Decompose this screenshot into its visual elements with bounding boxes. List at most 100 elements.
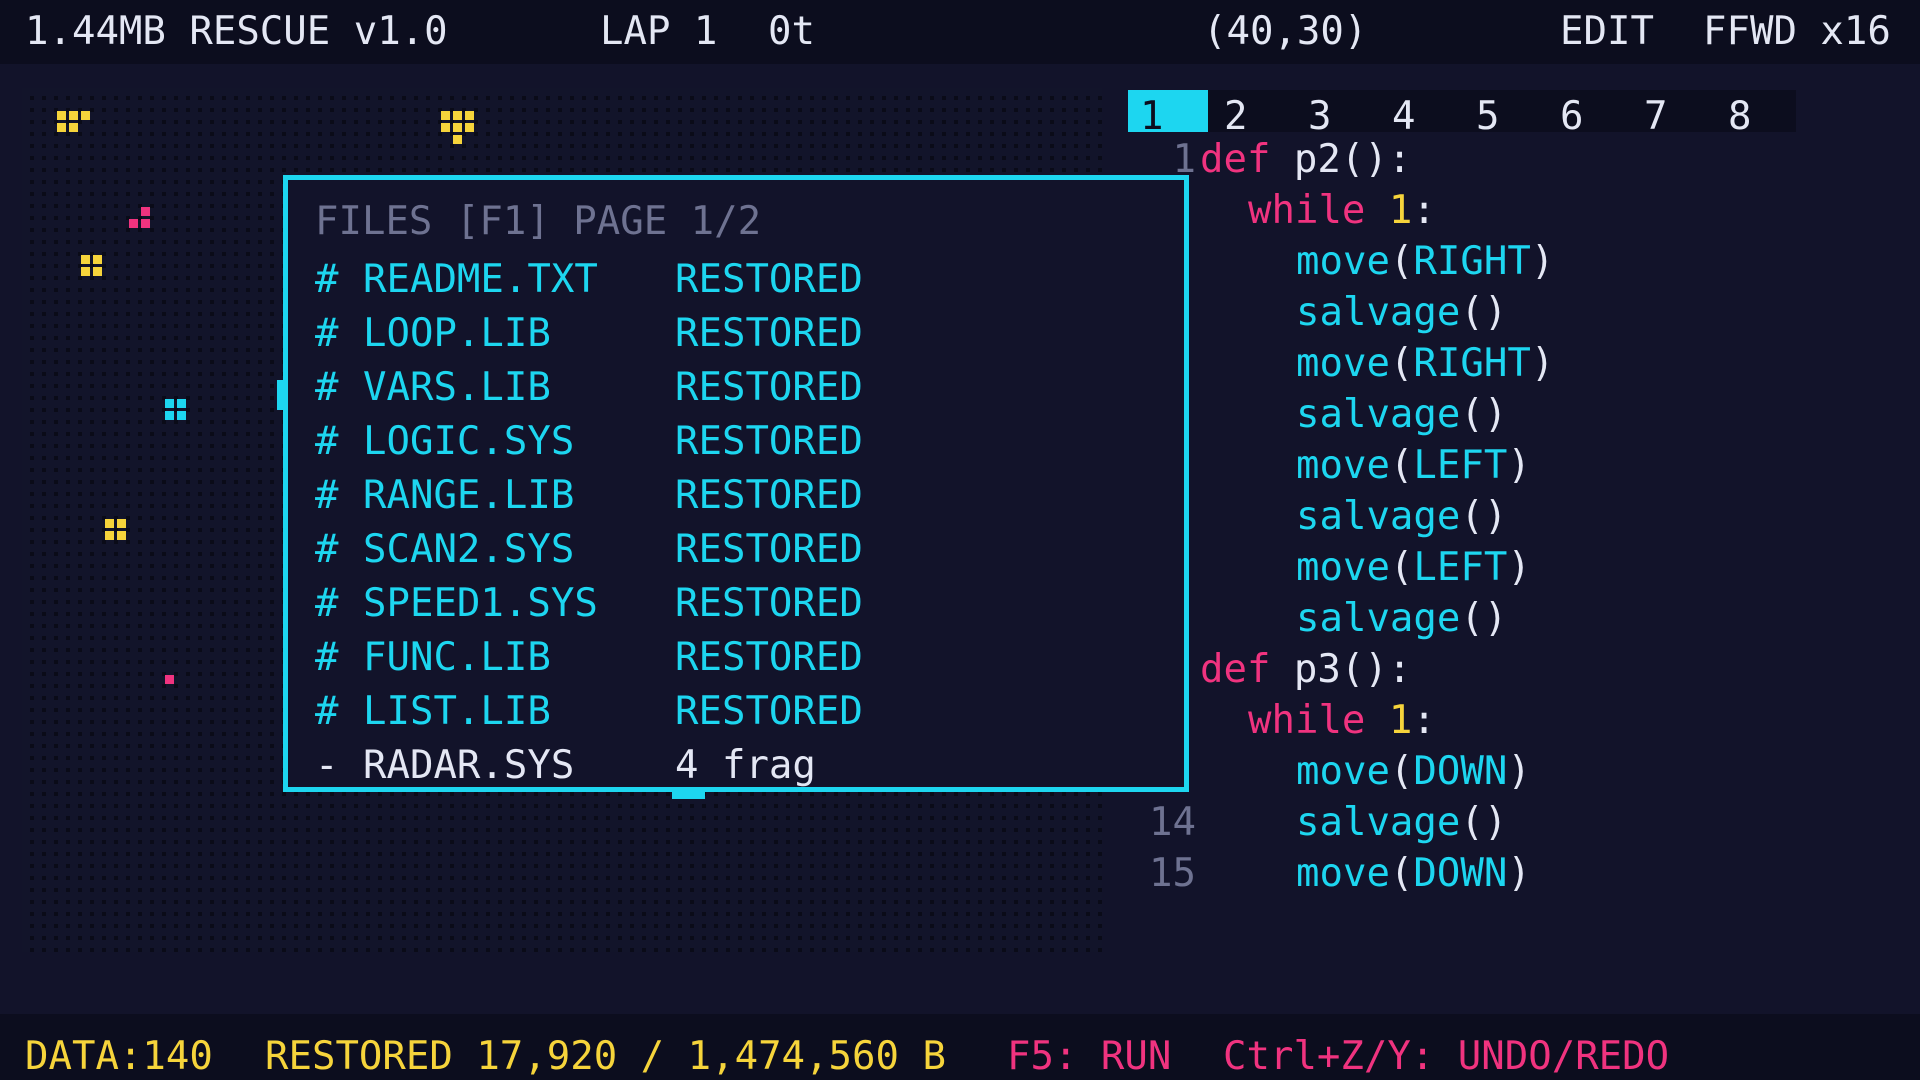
sector-block — [441, 111, 450, 120]
code-line[interactable]: salvage() — [1296, 599, 1507, 650]
code-paren: ( — [1389, 545, 1414, 590]
sector-block — [117, 531, 126, 540]
file-status-marker: # — [315, 689, 339, 734]
code-line[interactable]: def p2(): — [1200, 140, 1411, 191]
editor-tab-2[interactable]: 2 — [1212, 90, 1292, 136]
file-status-marker: # — [315, 419, 339, 464]
code-paren: ) — [1530, 239, 1555, 284]
file-status-marker: # — [315, 635, 339, 680]
file-status: RESTORED — [675, 419, 863, 464]
lap-counter: LAP 1 — [600, 9, 718, 54]
code-paren: ) — [1507, 443, 1531, 488]
file-name: SCAN2.SYS — [363, 527, 575, 572]
code-line[interactable]: move(DOWN) — [1296, 752, 1531, 803]
tick-counter: 0t — [768, 9, 815, 54]
code-call: move — [1296, 545, 1390, 590]
editor-tab-8[interactable]: 8 — [1716, 90, 1796, 136]
file-name: RADAR.SYS — [363, 743, 575, 788]
files-dialog: FILES [F1] PAGE 1/2 # README.TXT RESTORED #… — [283, 175, 1189, 792]
file-status-marker: # — [315, 473, 339, 518]
code-line[interactable]: salvage() — [1296, 395, 1507, 446]
code-line[interactable]: move(LEFT) — [1296, 548, 1531, 599]
code-keyword: def — [1200, 647, 1271, 692]
code-line[interactable]: move(LEFT) — [1296, 446, 1531, 497]
editor-tab-3[interactable]: 3 — [1296, 90, 1376, 136]
sector-block — [105, 531, 114, 540]
mode-indicator[interactable]: EDIT — [1560, 12, 1654, 51]
sector-block — [453, 123, 462, 132]
code-call: salvage — [1296, 392, 1461, 437]
code-paren: ) — [1483, 290, 1508, 335]
sector-block — [57, 111, 66, 120]
code-paren: ( — [1460, 596, 1484, 641]
cursor-coordinates: (40,30) — [1203, 9, 1368, 54]
sector-block — [81, 267, 90, 276]
sector-block — [453, 135, 462, 144]
code-paren: ) — [1507, 851, 1531, 896]
code-paren: ( — [1389, 749, 1414, 794]
code-paren: ( — [1389, 851, 1414, 896]
code-paren: ( — [1389, 341, 1414, 386]
code-line[interactable]: salvage() — [1296, 803, 1507, 854]
code-line[interactable]: salvage() — [1296, 497, 1507, 548]
code-call: move — [1296, 851, 1390, 896]
file-name: RANGE.LIB — [363, 473, 575, 518]
code-function-name: p2 — [1270, 137, 1341, 182]
file-status-marker: # — [315, 257, 339, 302]
dialog-handle-left — [277, 380, 283, 410]
code-line[interactable]: move(RIGHT) — [1296, 242, 1554, 293]
code-number: 1 — [1388, 188, 1413, 233]
file-name: FUNC.LIB — [363, 635, 551, 680]
code-punctuation: (): — [1340, 137, 1412, 182]
editor-tab-6[interactable]: 6 — [1548, 90, 1628, 136]
file-status-marker: # — [315, 311, 339, 356]
code-call: move — [1296, 239, 1390, 284]
code-line[interactable]: move(RIGHT) — [1296, 344, 1554, 395]
code-punctuation: : — [1412, 188, 1436, 233]
code-line[interactable]: while 1: — [1248, 191, 1436, 242]
editor-tab-1[interactable]: 1 — [1128, 90, 1208, 136]
file-name: LOGIC.SYS — [363, 419, 575, 464]
sector-block — [141, 207, 150, 216]
file-name: LIST.LIB — [363, 689, 551, 734]
speed-indicator[interactable]: FFWD x16 — [1703, 12, 1891, 51]
code-argument: DOWN — [1413, 851, 1508, 896]
code-paren: ) — [1507, 545, 1531, 590]
editor-tab-label: 5 — [1476, 94, 1500, 139]
sector-block — [441, 123, 450, 132]
code-keyword: while — [1248, 188, 1366, 233]
run-hint: F5: RUN — [1007, 1034, 1172, 1079]
code-argument: LEFT — [1413, 545, 1508, 590]
file-status: RESTORED — [675, 473, 863, 518]
code-paren: ) — [1483, 494, 1508, 539]
header-bar: 1.44MB RESCUE v1.0 LAP 1 0t (40,30) EDIT… — [0, 0, 1920, 64]
file-status: RESTORED — [675, 689, 863, 734]
file-status: 4 frag — [675, 743, 816, 788]
file-name: VARS.LIB — [363, 365, 551, 410]
editor-tab-5[interactable]: 5 — [1464, 90, 1544, 136]
line-number: 1 — [1172, 137, 1196, 182]
code-paren: ( — [1389, 239, 1414, 284]
sector-block — [57, 123, 66, 132]
code-paren: ) — [1483, 596, 1508, 641]
code-line[interactable]: salvage() — [1296, 293, 1507, 344]
file-status-marker: # — [315, 365, 339, 410]
file-status: RESTORED — [675, 527, 863, 572]
undo-redo-hint: Ctrl+Z/Y: UNDO/REDO — [1223, 1034, 1670, 1079]
sector-block — [165, 411, 174, 420]
editor-tab-7[interactable]: 7 — [1632, 90, 1712, 136]
code-paren: ( — [1460, 392, 1484, 437]
code-paren: ) — [1507, 749, 1531, 794]
file-status: RESTORED — [675, 257, 863, 302]
code-punctuation: (): — [1340, 647, 1412, 692]
file-status: RESTORED — [675, 581, 863, 626]
editor-tab-4[interactable]: 4 — [1380, 90, 1460, 136]
file-status: RESTORED — [675, 635, 863, 680]
code-paren: ( — [1389, 443, 1414, 488]
code-line[interactable]: move(DOWN) — [1296, 854, 1531, 905]
code-line[interactable]: while 1: — [1248, 701, 1436, 752]
code-function-name: p3 — [1270, 647, 1341, 692]
sector-block — [177, 399, 186, 408]
code-line[interactable]: def p3(): — [1200, 650, 1411, 701]
